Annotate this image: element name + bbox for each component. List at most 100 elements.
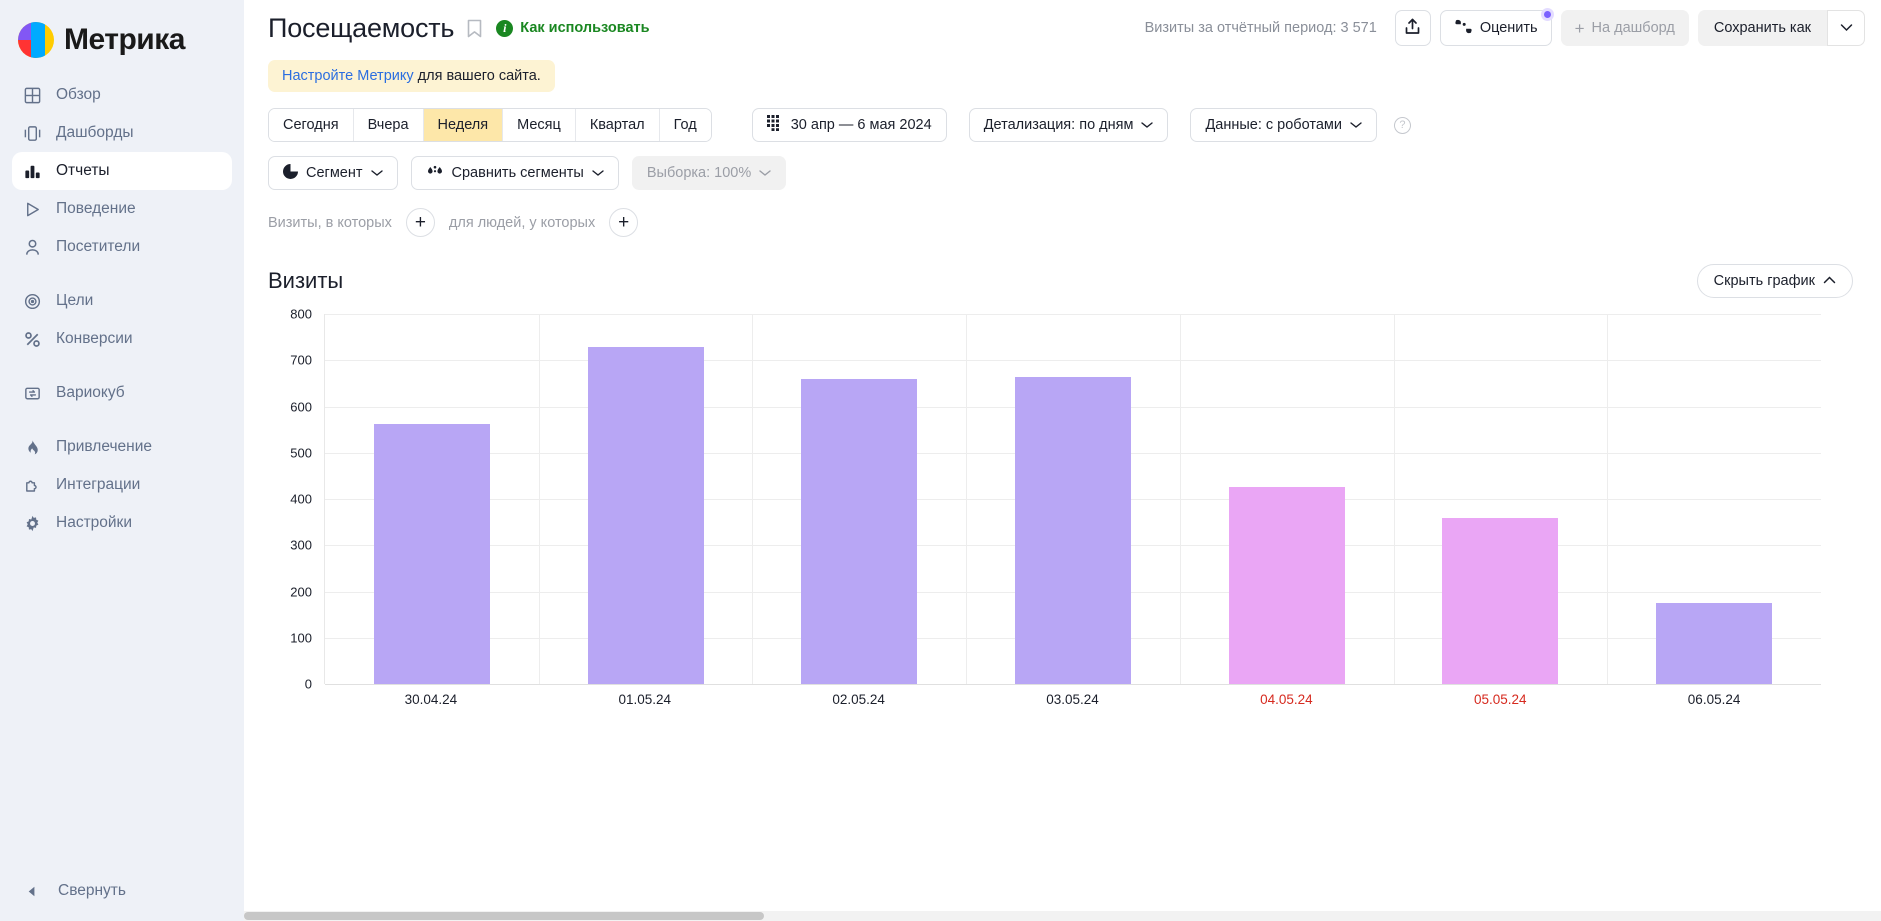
y-axis-tick: 700 <box>290 352 312 368</box>
brand[interactable]: Метрика <box>0 0 244 62</box>
main-content: Посещаемость i Как использовать Визиты з… <box>244 0 1881 921</box>
segment-select[interactable]: Сегмент <box>268 156 398 190</box>
sidebar-item-settings[interactable]: Настройки <box>12 504 232 542</box>
bar-slot <box>752 314 966 684</box>
horizontal-scrollbar[interactable] <box>244 911 1881 921</box>
bar[interactable] <box>1015 377 1132 684</box>
bar-slot <box>1394 314 1608 684</box>
hide-chart-button[interactable]: Скрыть график <box>1696 264 1853 298</box>
sampling-label: Выборка: 100% <box>646 165 752 181</box>
how-to-use-link[interactable]: i Как использовать <box>496 19 650 37</box>
x-axis-tick: 01.05.24 <box>618 692 672 707</box>
bars-group <box>325 314 1821 684</box>
page-title: Посещаемость <box>268 12 455 43</box>
bar-slot <box>966 314 1180 684</box>
setup-banner: Настройте Метрику для вашего сайта. <box>268 60 555 92</box>
add-visits-filter-button[interactable]: + <box>405 208 435 237</box>
bar[interactable] <box>373 424 490 684</box>
setup-metrika-link[interactable]: Настройте Метрику <box>282 68 414 84</box>
droplets-icon <box>426 164 444 183</box>
x-axis-tick: 30.04.24 <box>404 692 458 707</box>
detail-level-select[interactable]: Детализация: по дням <box>968 108 1169 142</box>
sidebar-item-reports[interactable]: Отчеты <box>12 152 232 190</box>
flame-icon <box>22 437 42 457</box>
y-axis-tick: 100 <box>290 630 312 646</box>
filters-row: Визиты, в которых + для людей, у которых… <box>244 208 1881 237</box>
brand-name: Метрика <box>64 23 185 56</box>
sidebar-item-conversions[interactable]: Конверсии <box>12 320 232 358</box>
save-as-button[interactable]: Сохранить как <box>1697 10 1827 46</box>
sidebar-item-dashboards[interactable]: Дашборды <box>12 114 232 152</box>
rate-button[interactable]: Оценить <box>1439 8 1554 46</box>
plot-area <box>324 314 1821 685</box>
compare-segments-select[interactable]: Сравнить сегменты <box>410 156 619 190</box>
share-button[interactable] <box>1394 10 1431 46</box>
play-triangle-icon <box>22 199 42 219</box>
sidebar-item-label: Обзор <box>56 86 101 103</box>
period-tab-year[interactable]: Год <box>659 109 711 141</box>
compare-segments-label: Сравнить сегменты <box>451 165 584 181</box>
save-as-dropdown-toggle[interactable] <box>1827 10 1865 46</box>
date-range-picker[interactable]: 30 апр — 6 мая 2024 <box>751 108 947 142</box>
gridline <box>325 684 1821 685</box>
info-circle-icon: i <box>496 19 514 37</box>
bar[interactable] <box>587 347 704 684</box>
chevron-down-icon <box>1350 117 1362 133</box>
sidebar-item-acquisition[interactable]: Привлечение <box>12 428 232 466</box>
save-as-split-button: Сохранить как <box>1697 10 1865 46</box>
x-axis-tick: 03.05.24 <box>1046 692 1099 707</box>
scrollbar-thumb[interactable] <box>244 912 764 920</box>
plus-icon: + <box>1574 18 1585 38</box>
bar-chart-icon <box>22 161 42 181</box>
rate-notification-dot <box>1540 8 1554 21</box>
sampling-select[interactable]: Выборка: 100% <box>631 156 787 190</box>
percent-icon <box>22 329 42 349</box>
bar[interactable] <box>1442 518 1559 684</box>
visits-bar-chart: 800 700 600 500 400 300 200 100 0 30.04.24 01.05.… <box>244 307 1881 714</box>
chevron-up-icon <box>1823 273 1836 289</box>
chevron-down-icon <box>592 165 604 181</box>
chevron-down-icon <box>1141 117 1154 133</box>
sidebar-collapse-label: Свернуть <box>58 882 126 899</box>
bar[interactable] <box>1228 487 1345 684</box>
data-source-select[interactable]: Данные: с роботами <box>1190 108 1377 142</box>
x-axis-tick: 05.05.24 <box>1473 692 1527 707</box>
sidebar-item-label: Отчеты <box>56 162 110 179</box>
sidebar-collapse-button[interactable]: Свернуть <box>0 861 244 921</box>
sidebar-item-label: Привлечение <box>56 438 152 455</box>
sidebar-item-obzor[interactable]: Обзор <box>12 76 232 114</box>
y-axis-tick: 0 <box>304 676 312 692</box>
period-tab-quarter[interactable]: Квартал <box>575 109 660 141</box>
chevron-left-icon <box>22 881 42 901</box>
visits-total-label: Визиты за отчётный период: 3 571 <box>1144 20 1377 36</box>
bar[interactable] <box>801 378 918 684</box>
period-tab-yesterday[interactable]: Вчера <box>353 109 424 141</box>
chart-header: Визиты Скрыть график <box>244 264 1881 298</box>
calendar-grid-icon <box>766 115 783 135</box>
sidebar-item-integrations[interactable]: Интеграции <box>12 466 232 504</box>
sidebar-item-behavior[interactable]: Поведение <box>12 190 232 228</box>
sidebar-item-label: Поведение <box>56 200 136 217</box>
y-axis-tick: 800 <box>290 306 312 322</box>
bar[interactable] <box>1656 603 1773 684</box>
x-axis: 30.04.24 01.05.24 02.05.24 03.05.24 04.05.24… <box>324 692 1821 707</box>
bar-slot <box>325 314 539 684</box>
add-to-dashboard-button[interactable]: + На дашборд <box>1560 10 1689 46</box>
bookmark-icon[interactable] <box>466 18 483 39</box>
dashboard-icon <box>22 123 42 143</box>
sidebar-item-variocube[interactable]: Вариокуб <box>12 374 232 412</box>
add-people-filter-button[interactable]: + <box>609 208 639 237</box>
period-tab-month[interactable]: Месяц <box>503 109 576 141</box>
period-tab-week[interactable]: Неделя <box>423 109 504 141</box>
setup-banner-rest: для вашего сайта. <box>413 68 541 84</box>
sidebar-item-goals[interactable]: Цели <box>12 282 232 320</box>
pie-icon <box>283 163 298 183</box>
x-axis-tick: 02.05.24 <box>832 692 885 707</box>
sidebar-nav: Обзор Дашборды Отчеты Поведение Посетите… <box>0 76 244 542</box>
question-circle-icon[interactable]: ? <box>1393 116 1411 134</box>
period-tabs: Сегодня Вчера Неделя Месяц Квартал Год <box>268 108 712 142</box>
sidebar-item-visitors[interactable]: Посетители <box>12 228 232 266</box>
period-tab-today[interactable]: Сегодня <box>269 109 354 141</box>
bar-slot <box>1607 314 1821 684</box>
chart-title: Визиты <box>268 268 344 293</box>
